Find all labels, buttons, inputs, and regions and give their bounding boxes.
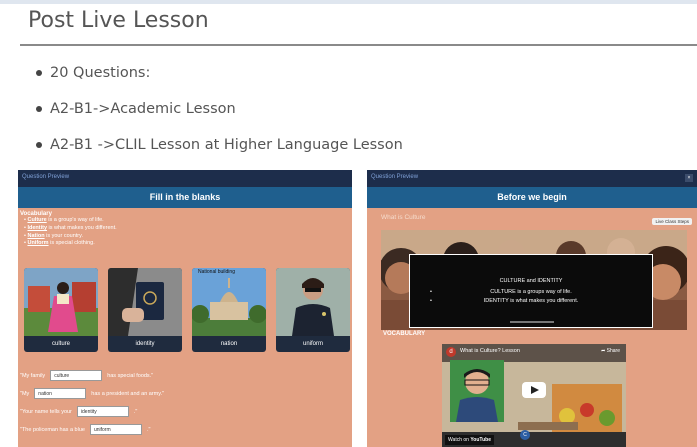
bullet-item: A2-B1->Academic Lesson bbox=[36, 98, 403, 134]
close-icon[interactable]: × bbox=[685, 174, 693, 182]
vocab-cards: culture identity National building natio… bbox=[24, 268, 350, 352]
sentence-after: has a president and an army." bbox=[91, 391, 165, 397]
sentence-row: "The policeman has a blue uniform ." bbox=[20, 424, 150, 436]
video-title[interactable]: What is Culture? Lesson bbox=[460, 348, 520, 354]
bullet-item: A2-B1 ->CLIL Lesson at Higher Language L… bbox=[36, 134, 403, 170]
sentence-before: "My bbox=[20, 391, 30, 397]
card-label: culture bbox=[51, 341, 70, 347]
before-we-begin-screenshot: Question Preview × Before we begin What … bbox=[367, 170, 697, 447]
fill-blanks-screenshot: Question Preview Fill in the blanks Voca… bbox=[18, 170, 352, 447]
vocab-def: is a group's way of life. bbox=[46, 217, 104, 223]
vocab-def: is your country. bbox=[44, 232, 84, 239]
panel-header: Before we begin bbox=[367, 187, 697, 208]
bullet-item: 20 Questions: bbox=[36, 62, 403, 98]
vocab-item: • Uniform is special clothing. bbox=[24, 240, 95, 247]
title-divider bbox=[20, 44, 697, 46]
what-is-culture-label: What is Culture bbox=[381, 214, 426, 221]
card-uniform[interactable]: uniform bbox=[276, 268, 350, 352]
culture-image bbox=[24, 268, 98, 336]
share-button[interactable]: ➦ Share bbox=[601, 348, 620, 354]
culture-identity-box: CULTURE and IDENTITY • CULTURE is a group… bbox=[409, 254, 653, 328]
vocab-word: Uniform bbox=[27, 240, 49, 247]
sentence-before: "My family bbox=[20, 373, 46, 379]
vocab-list: • Culture is a group's way of life. • Id… bbox=[18, 217, 352, 248]
image-caption: National building bbox=[198, 269, 235, 275]
box-line-text: IDENTITY is what makes you different. bbox=[483, 298, 579, 304]
identity-image bbox=[108, 268, 182, 336]
uniform-image bbox=[276, 268, 350, 336]
answer-input[interactable]: nation bbox=[34, 388, 87, 400]
sentence-before: "Your name tells your bbox=[20, 409, 72, 415]
youtube-logo-icon: YouTube bbox=[470, 437, 491, 443]
answer-input[interactable]: identity bbox=[76, 406, 129, 418]
sentence-row: "My nation has a president and an army." bbox=[20, 388, 164, 400]
panel-topbar: Question Preview bbox=[367, 170, 697, 187]
slide: Post Live Lesson 20 Questions: A2-B1->Ac… bbox=[0, 0, 697, 447]
vocabulary-label: VOCABULARY bbox=[383, 331, 426, 337]
help-icon[interactable]: C bbox=[520, 430, 530, 440]
card-nation[interactable]: National building nation bbox=[192, 268, 266, 352]
sentence-row: "Your name tells your identity ." bbox=[20, 406, 137, 418]
vocab-def: is special clothing. bbox=[48, 240, 95, 247]
vocab-def: is what makes you different. bbox=[47, 224, 117, 231]
vocab-word: Nation bbox=[27, 232, 45, 239]
top-strip bbox=[0, 0, 697, 4]
box-title: CULTURE and IDENTITY bbox=[499, 278, 563, 284]
slide-title: Post Live Lesson bbox=[28, 8, 209, 33]
vocab-item: • Nation is your country. bbox=[24, 232, 84, 239]
sentence-after: ." bbox=[146, 427, 151, 433]
box-line: • IDENTITY is what makes you different. bbox=[430, 298, 579, 304]
vocab-title: Vocabulary bbox=[20, 211, 52, 217]
card-label: uniform bbox=[302, 341, 323, 347]
sentence-before: "The policeman has a blue bbox=[20, 427, 85, 433]
box-line: • CULTURE is a groups way of life. bbox=[430, 289, 572, 295]
bullet-list: 20 Questions: A2-B1->Academic Lesson A2-… bbox=[36, 62, 403, 170]
slide-progress bbox=[510, 321, 554, 323]
card-culture[interactable]: culture bbox=[24, 268, 98, 352]
box-line-text: CULTURE is a groups way of life. bbox=[490, 289, 572, 295]
answer-input[interactable]: uniform bbox=[89, 424, 142, 436]
video-embed[interactable]: d What is Culture? Lesson ➦ Share Watch … bbox=[442, 344, 626, 447]
card-label: nation bbox=[220, 341, 238, 347]
sentence-after: has special foods." bbox=[107, 373, 154, 379]
answer-input[interactable]: culture bbox=[50, 370, 103, 382]
box-list: • CULTURE is a groups way of life. • IDENT… bbox=[410, 288, 652, 306]
vocab-word: Culture bbox=[27, 217, 47, 223]
panel-topbar: Question Preview bbox=[18, 170, 352, 187]
channel-avatar: d bbox=[446, 347, 456, 357]
vocab-item: • Identity is what makes you different. bbox=[24, 224, 117, 231]
panel-header: Fill in the blanks bbox=[18, 187, 352, 208]
card-label: identity bbox=[135, 341, 155, 347]
vocab-item: • Culture is a group's way of life. bbox=[24, 217, 104, 223]
card-identity[interactable]: identity bbox=[108, 268, 182, 352]
watch-label: Watch on bbox=[448, 437, 469, 443]
live-class-steps-button[interactable]: Live Class Steps bbox=[652, 218, 692, 225]
share-icon: ➦ bbox=[601, 348, 606, 354]
share-label: Share bbox=[606, 348, 620, 354]
sentence-after: ." bbox=[133, 409, 138, 415]
nation-image bbox=[192, 268, 266, 336]
watch-on-youtube-link[interactable]: Watch on YouTube bbox=[445, 435, 494, 445]
vocab-word: Identity bbox=[27, 224, 48, 231]
sentence-row: "My family culture has special foods." bbox=[20, 370, 153, 382]
